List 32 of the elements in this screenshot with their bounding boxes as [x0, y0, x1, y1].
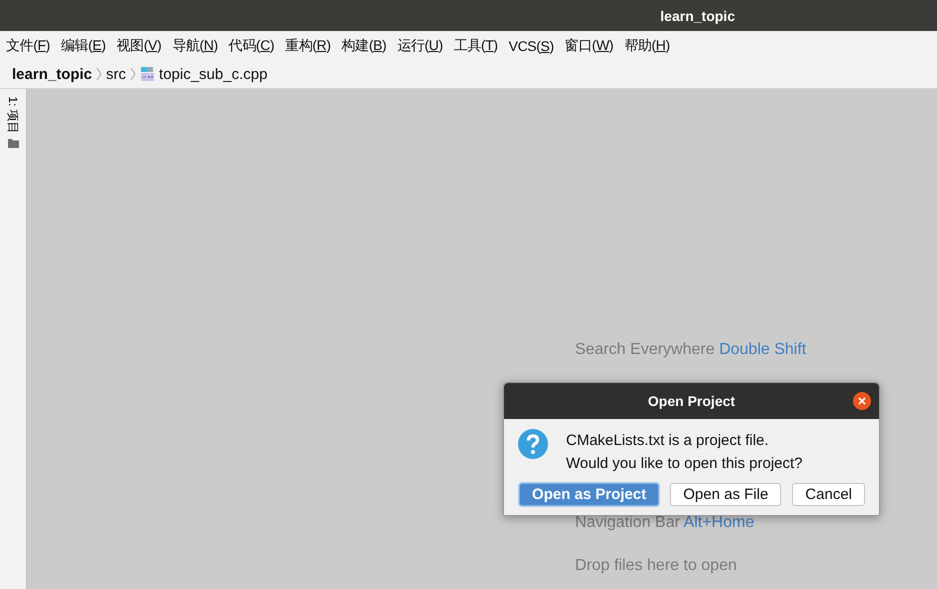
project-tool-tab[interactable]: 1: 项目 — [0, 89, 26, 148]
window-title: learn_topic — [660, 8, 735, 24]
menu-item[interactable]: 导航(N) — [172, 36, 218, 54]
dialog-message: Would you like to open this project? — [566, 454, 803, 474]
hint-text: Search Everywhere Double Shift — [575, 341, 806, 360]
menu-item[interactable]: 工具(T) — [454, 36, 498, 54]
chevron-icon — [96, 67, 102, 81]
dialog-button[interactable]: Open as Project — [519, 483, 660, 506]
menu-item[interactable]: 运行(U) — [397, 36, 443, 54]
chevron-icon — [130, 67, 136, 81]
menu-item[interactable]: 文件(F) — [6, 36, 50, 54]
file-icon — [140, 66, 156, 82]
question-icon — [518, 429, 548, 459]
hint-text: Navigation Bar Alt+Home — [575, 514, 756, 533]
menu-item[interactable]: 重构(R) — [285, 36, 331, 54]
breadcrumb-item[interactable]: learn_topic — [12, 66, 92, 82]
hint-text: Drop files here to open — [575, 557, 738, 576]
folder-icon — [8, 139, 18, 148]
menu-item[interactable]: 编辑(E) — [60, 36, 106, 54]
close-icon[interactable] — [853, 392, 871, 410]
dialog-button[interactable]: Cancel — [792, 483, 865, 506]
breadcrumb-item[interactable]: src — [106, 66, 126, 82]
dialog-title: Open Project — [648, 393, 736, 409]
menu-item[interactable]: 帮助(H) — [624, 36, 670, 54]
dialog-message: CMakeLists.txt is a project file. — [566, 431, 770, 451]
menu-item[interactable]: 视图(V) — [116, 36, 162, 54]
menu-item[interactable]: 构建(B) — [342, 36, 386, 54]
breadcrumb-item[interactable]: topic_sub_c.cpp — [159, 66, 268, 82]
dialog-button[interactable]: Open as File — [670, 483, 782, 506]
menu-item[interactable]: 窗口(W) — [564, 36, 614, 54]
menu-item[interactable]: 代码(C) — [228, 36, 274, 54]
menu-item[interactable]: VCS(S) — [508, 38, 554, 54]
